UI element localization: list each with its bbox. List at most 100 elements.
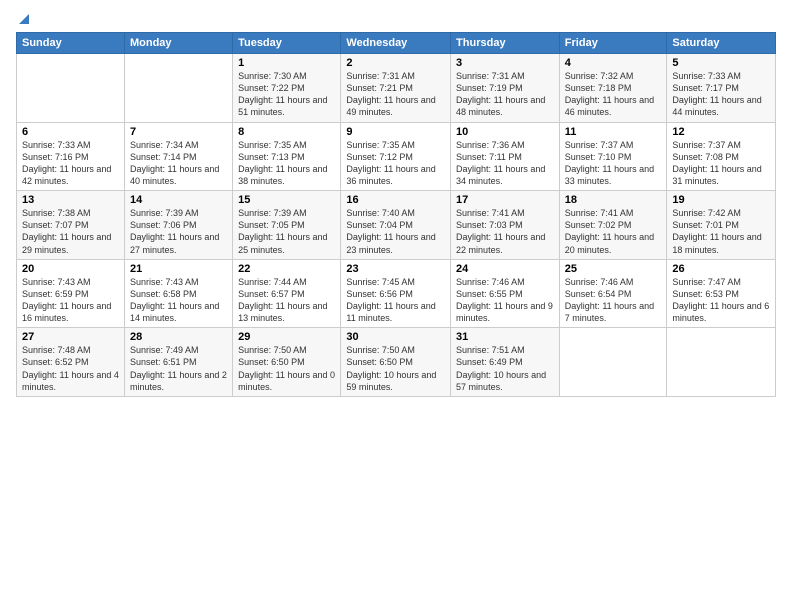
day-info: Sunrise: 7:37 AM Sunset: 7:10 PM Dayligh… xyxy=(565,139,662,188)
day-cell: 22Sunrise: 7:44 AM Sunset: 6:57 PM Dayli… xyxy=(233,259,341,328)
day-number: 8 xyxy=(238,126,335,138)
week-row-2: 6Sunrise: 7:33 AM Sunset: 7:16 PM Daylig… xyxy=(17,122,776,191)
day-info: Sunrise: 7:31 AM Sunset: 7:19 PM Dayligh… xyxy=(456,70,554,119)
day-info: Sunrise: 7:51 AM Sunset: 6:49 PM Dayligh… xyxy=(456,344,554,393)
day-cell: 26Sunrise: 7:47 AM Sunset: 6:53 PM Dayli… xyxy=(667,259,776,328)
calendar-page: SundayMondayTuesdayWednesdayThursdayFrid… xyxy=(0,0,792,612)
day-cell: 30Sunrise: 7:50 AM Sunset: 6:50 PM Dayli… xyxy=(341,328,451,397)
week-row-1: 1Sunrise: 7:30 AM Sunset: 7:22 PM Daylig… xyxy=(17,54,776,123)
day-number: 21 xyxy=(130,263,227,275)
day-info: Sunrise: 7:42 AM Sunset: 7:01 PM Dayligh… xyxy=(672,207,770,256)
day-cell: 11Sunrise: 7:37 AM Sunset: 7:10 PM Dayli… xyxy=(559,122,667,191)
day-number: 9 xyxy=(346,126,445,138)
day-cell: 14Sunrise: 7:39 AM Sunset: 7:06 PM Dayli… xyxy=(124,191,232,260)
day-number: 10 xyxy=(456,126,554,138)
day-cell: 1Sunrise: 7:30 AM Sunset: 7:22 PM Daylig… xyxy=(233,54,341,123)
logo-triangle-icon xyxy=(17,12,31,26)
day-cell: 5Sunrise: 7:33 AM Sunset: 7:17 PM Daylig… xyxy=(667,54,776,123)
day-number: 13 xyxy=(22,194,119,206)
day-cell xyxy=(17,54,125,123)
day-info: Sunrise: 7:48 AM Sunset: 6:52 PM Dayligh… xyxy=(22,344,119,393)
day-cell xyxy=(124,54,232,123)
day-number: 26 xyxy=(672,263,770,275)
day-number: 25 xyxy=(565,263,662,275)
day-number: 18 xyxy=(565,194,662,206)
day-number: 2 xyxy=(346,57,445,69)
day-info: Sunrise: 7:49 AM Sunset: 6:51 PM Dayligh… xyxy=(130,344,227,393)
day-number: 31 xyxy=(456,331,554,343)
day-info: Sunrise: 7:31 AM Sunset: 7:21 PM Dayligh… xyxy=(346,70,445,119)
day-cell: 29Sunrise: 7:50 AM Sunset: 6:50 PM Dayli… xyxy=(233,328,341,397)
day-info: Sunrise: 7:46 AM Sunset: 6:55 PM Dayligh… xyxy=(456,276,554,325)
calendar-table: SundayMondayTuesdayWednesdayThursdayFrid… xyxy=(16,32,776,397)
week-row-4: 20Sunrise: 7:43 AM Sunset: 6:59 PM Dayli… xyxy=(17,259,776,328)
day-number: 14 xyxy=(130,194,227,206)
day-cell: 18Sunrise: 7:41 AM Sunset: 7:02 PM Dayli… xyxy=(559,191,667,260)
day-info: Sunrise: 7:36 AM Sunset: 7:11 PM Dayligh… xyxy=(456,139,554,188)
weekday-header-friday: Friday xyxy=(559,33,667,54)
day-cell: 16Sunrise: 7:40 AM Sunset: 7:04 PM Dayli… xyxy=(341,191,451,260)
day-cell: 7Sunrise: 7:34 AM Sunset: 7:14 PM Daylig… xyxy=(124,122,232,191)
day-number: 4 xyxy=(565,57,662,69)
day-info: Sunrise: 7:39 AM Sunset: 7:05 PM Dayligh… xyxy=(238,207,335,256)
day-info: Sunrise: 7:33 AM Sunset: 7:17 PM Dayligh… xyxy=(672,70,770,119)
day-info: Sunrise: 7:38 AM Sunset: 7:07 PM Dayligh… xyxy=(22,207,119,256)
day-cell: 3Sunrise: 7:31 AM Sunset: 7:19 PM Daylig… xyxy=(451,54,560,123)
day-cell: 9Sunrise: 7:35 AM Sunset: 7:12 PM Daylig… xyxy=(341,122,451,191)
day-cell: 23Sunrise: 7:45 AM Sunset: 6:56 PM Dayli… xyxy=(341,259,451,328)
day-cell: 8Sunrise: 7:35 AM Sunset: 7:13 PM Daylig… xyxy=(233,122,341,191)
day-info: Sunrise: 7:30 AM Sunset: 7:22 PM Dayligh… xyxy=(238,70,335,119)
day-number: 19 xyxy=(672,194,770,206)
day-info: Sunrise: 7:50 AM Sunset: 6:50 PM Dayligh… xyxy=(238,344,335,393)
weekday-header-sunday: Sunday xyxy=(17,33,125,54)
day-info: Sunrise: 7:41 AM Sunset: 7:02 PM Dayligh… xyxy=(565,207,662,256)
day-number: 15 xyxy=(238,194,335,206)
day-cell: 20Sunrise: 7:43 AM Sunset: 6:59 PM Dayli… xyxy=(17,259,125,328)
day-cell: 13Sunrise: 7:38 AM Sunset: 7:07 PM Dayli… xyxy=(17,191,125,260)
day-number: 11 xyxy=(565,126,662,138)
weekday-header-thursday: Thursday xyxy=(451,33,560,54)
day-number: 1 xyxy=(238,57,335,69)
day-cell: 4Sunrise: 7:32 AM Sunset: 7:18 PM Daylig… xyxy=(559,54,667,123)
logo xyxy=(16,12,31,24)
day-number: 29 xyxy=(238,331,335,343)
week-row-5: 27Sunrise: 7:48 AM Sunset: 6:52 PM Dayli… xyxy=(17,328,776,397)
day-info: Sunrise: 7:40 AM Sunset: 7:04 PM Dayligh… xyxy=(346,207,445,256)
day-number: 28 xyxy=(130,331,227,343)
day-number: 24 xyxy=(456,263,554,275)
day-info: Sunrise: 7:37 AM Sunset: 7:08 PM Dayligh… xyxy=(672,139,770,188)
day-info: Sunrise: 7:41 AM Sunset: 7:03 PM Dayligh… xyxy=(456,207,554,256)
day-cell: 12Sunrise: 7:37 AM Sunset: 7:08 PM Dayli… xyxy=(667,122,776,191)
day-info: Sunrise: 7:32 AM Sunset: 7:18 PM Dayligh… xyxy=(565,70,662,119)
day-info: Sunrise: 7:44 AM Sunset: 6:57 PM Dayligh… xyxy=(238,276,335,325)
day-cell: 10Sunrise: 7:36 AM Sunset: 7:11 PM Dayli… xyxy=(451,122,560,191)
weekday-header-row: SundayMondayTuesdayWednesdayThursdayFrid… xyxy=(17,33,776,54)
day-number: 6 xyxy=(22,126,119,138)
day-info: Sunrise: 7:45 AM Sunset: 6:56 PM Dayligh… xyxy=(346,276,445,325)
day-number: 30 xyxy=(346,331,445,343)
day-info: Sunrise: 7:39 AM Sunset: 7:06 PM Dayligh… xyxy=(130,207,227,256)
day-number: 7 xyxy=(130,126,227,138)
weekday-header-wednesday: Wednesday xyxy=(341,33,451,54)
day-number: 16 xyxy=(346,194,445,206)
day-cell: 19Sunrise: 7:42 AM Sunset: 7:01 PM Dayli… xyxy=(667,191,776,260)
weekday-header-saturday: Saturday xyxy=(667,33,776,54)
day-number: 5 xyxy=(672,57,770,69)
week-row-3: 13Sunrise: 7:38 AM Sunset: 7:07 PM Dayli… xyxy=(17,191,776,260)
day-info: Sunrise: 7:34 AM Sunset: 7:14 PM Dayligh… xyxy=(130,139,227,188)
day-cell: 28Sunrise: 7:49 AM Sunset: 6:51 PM Dayli… xyxy=(124,328,232,397)
day-cell: 21Sunrise: 7:43 AM Sunset: 6:58 PM Dayli… xyxy=(124,259,232,328)
day-number: 12 xyxy=(672,126,770,138)
day-number: 27 xyxy=(22,331,119,343)
weekday-header-tuesday: Tuesday xyxy=(233,33,341,54)
day-number: 23 xyxy=(346,263,445,275)
day-info: Sunrise: 7:46 AM Sunset: 6:54 PM Dayligh… xyxy=(565,276,662,325)
header xyxy=(16,12,776,24)
day-number: 20 xyxy=(22,263,119,275)
day-number: 17 xyxy=(456,194,554,206)
day-info: Sunrise: 7:50 AM Sunset: 6:50 PM Dayligh… xyxy=(346,344,445,393)
day-cell xyxy=(559,328,667,397)
day-cell: 24Sunrise: 7:46 AM Sunset: 6:55 PM Dayli… xyxy=(451,259,560,328)
weekday-header-monday: Monday xyxy=(124,33,232,54)
day-cell: 27Sunrise: 7:48 AM Sunset: 6:52 PM Dayli… xyxy=(17,328,125,397)
